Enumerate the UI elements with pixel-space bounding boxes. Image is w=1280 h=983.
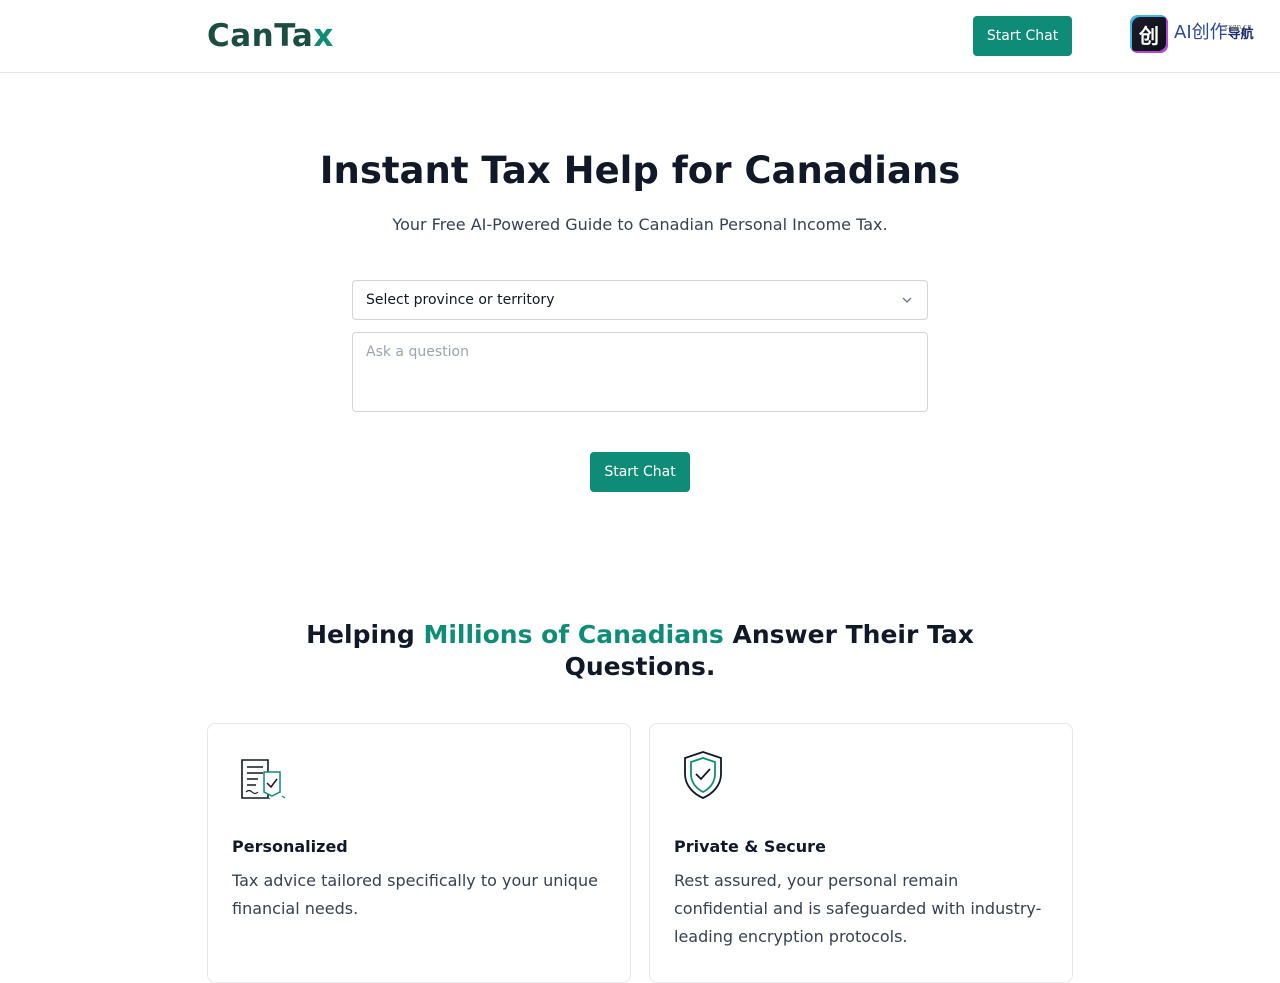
province-select-value: Select province or territory [366, 292, 555, 308]
promo-label: AI创作导航 cxgn.cn [1174, 22, 1254, 43]
question-input[interactable] [352, 332, 928, 412]
document-check-icon [241, 759, 286, 800]
header-start-chat-button[interactable]: Start Chat [973, 16, 1072, 56]
province-select[interactable]: Select province or territory [352, 280, 928, 320]
page-title: Instant Tax Help for Canadians [319, 149, 961, 192]
feature-title: Private & Secure [674, 837, 826, 856]
promo-app-icon: 创 [1130, 15, 1168, 53]
feature-description: Rest assured, your personal remain confi… [674, 871, 1042, 946]
site-header: CanTax Start Chat 创 AI创作导航 cxgn.cn [0, 0, 1280, 73]
section-title-highlight: Millions of Canadians [423, 620, 724, 649]
section-title: Helping Millions of Canadians Answer The… [306, 620, 974, 681]
shield-check-icon [684, 751, 722, 799]
feature-card-personalized: Personalized Tax advice tailored specifi… [207, 723, 631, 983]
feature-description: Tax advice tailored specifically to your… [232, 871, 598, 918]
chevron-down-icon [902, 297, 912, 303]
cantax-logo[interactable]: CanTax [207, 17, 334, 55]
start-chat-button[interactable]: Start Chat [590, 452, 690, 492]
promo-badge[interactable]: 创 AI创作导航 cxgn.cn [1130, 15, 1270, 53]
page-subtitle: Your Free AI-Powered Guide to Canadian P… [392, 215, 888, 234]
feature-card-private-secure: Private & Secure Rest assured, your pers… [649, 723, 1073, 983]
feature-title: Personalized [232, 837, 348, 856]
